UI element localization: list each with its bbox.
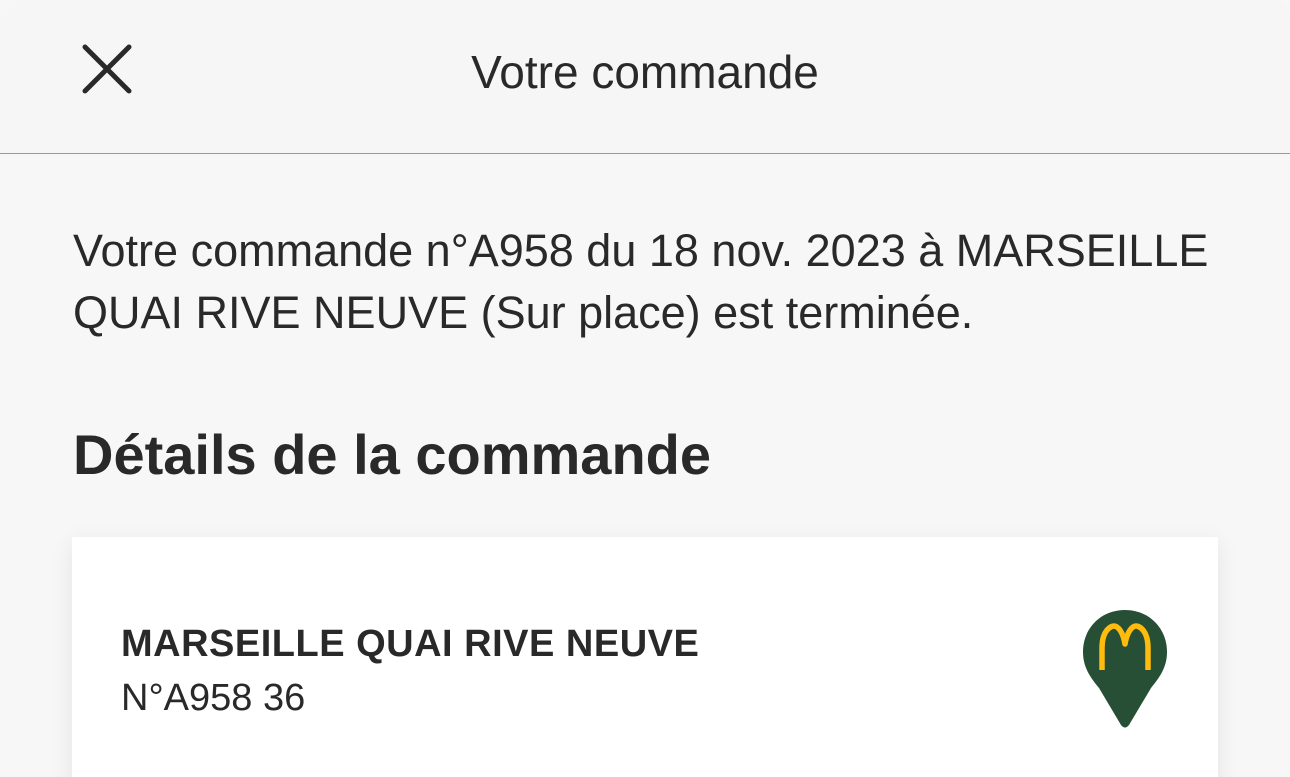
header-bar: Votre commande	[0, 0, 1290, 154]
page-title: Votre commande	[471, 46, 819, 98]
order-number: N°A958 36	[121, 677, 306, 719]
order-details-heading: Détails de la commande	[73, 423, 712, 486]
order-sheet: Votre commande Votre commande n°A958 du …	[0, 0, 1290, 777]
restaurant-name: MARSEILLE QUAI RIVE NEUVE	[121, 623, 700, 665]
order-details-card[interactable]: MARSEILLE QUAI RIVE NEUVE N°A958 36	[72, 537, 1218, 777]
order-status-message: Votre commande n°A958 du 18 nov. 2023 à …	[73, 225, 1209, 338]
mcdonalds-location-pin-icon	[1083, 610, 1167, 728]
